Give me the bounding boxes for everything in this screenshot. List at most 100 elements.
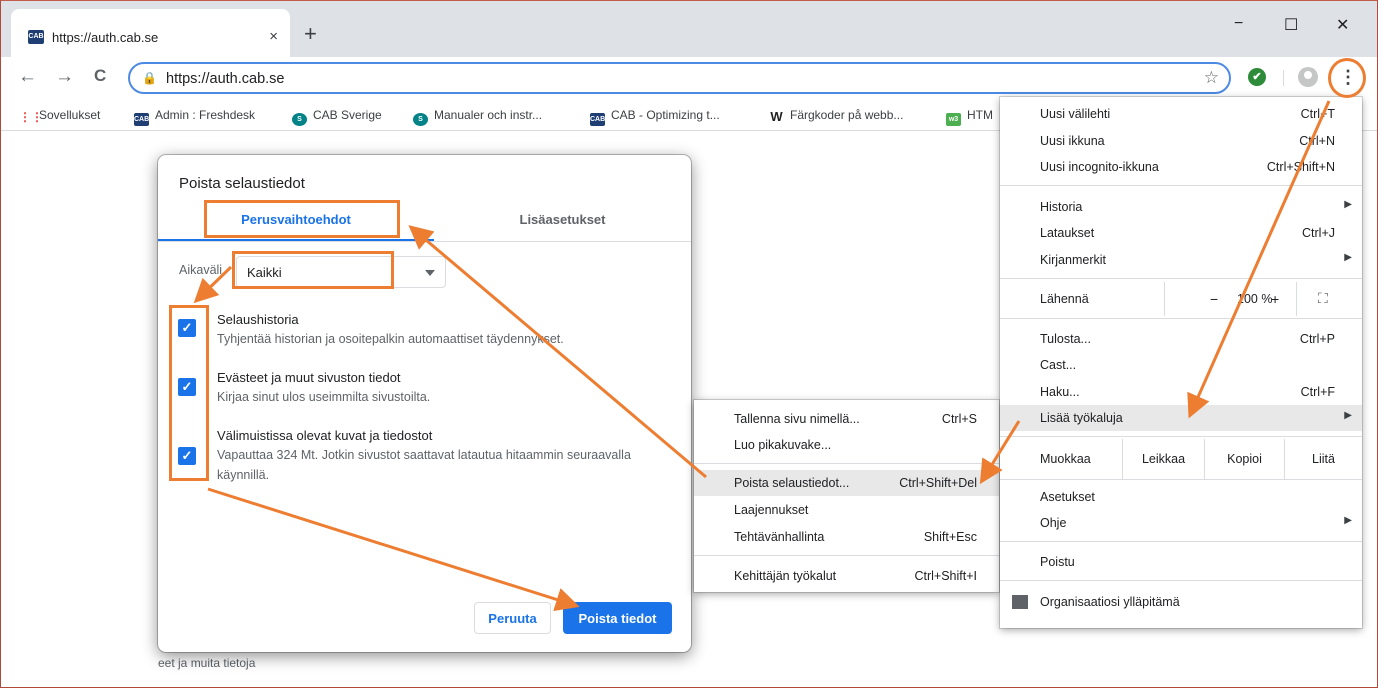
page-text: eet ja muita tietoja (158, 656, 256, 670)
w3-icon: w3 (946, 113, 961, 126)
bookmark-item[interactable]: CAB CAB - Optimizing t... (590, 108, 720, 126)
menu-separator (1000, 580, 1362, 581)
menu-item-exit[interactable]: Poistu (1000, 549, 1362, 575)
bookmark-star-icon[interactable]: ☆ (1204, 68, 1219, 88)
url-text[interactable]: https://auth.cab.se (166, 71, 285, 87)
menu-item-help[interactable]: Ohje ▶ (1000, 510, 1362, 536)
menu-item-save-page[interactable]: Tallenna sivu nimellä... Ctrl+S (694, 406, 999, 432)
menu-item-history[interactable]: Historia ▶ (1000, 194, 1362, 220)
time-range-select[interactable]: Kaikki (236, 256, 446, 288)
extension-check-icon[interactable]: ✔ (1248, 68, 1266, 86)
zoom-out-button[interactable]: − (1210, 291, 1218, 307)
menu-separator (1000, 541, 1362, 542)
browser-tab[interactable]: CAB https://auth.cab.se × (11, 9, 290, 57)
menu-item-extensions[interactable]: Laajennukset (694, 497, 999, 523)
zoom-value: 100 % (1237, 292, 1273, 306)
history-checkbox[interactable]: ✓ (178, 319, 196, 337)
menu-item-new-window[interactable]: Uusi ikkuna Ctrl+N (1000, 128, 1362, 154)
menu-separator (1000, 318, 1362, 319)
submenu-arrow-icon: ▶ (1344, 410, 1352, 421)
menu-item-print[interactable]: Tulosta... Ctrl+P (1000, 326, 1362, 352)
forward-arrow-icon[interactable]: → (55, 66, 74, 88)
dialog-title: Poista selaustiedot (179, 175, 305, 192)
address-bar[interactable]: 🔒 https://auth.cab.se ☆ (128, 62, 1231, 94)
new-tab-button[interactable]: + (304, 23, 317, 45)
menu-item-clear-browsing-data[interactable]: Poista selaustiedot... Ctrl+Shift+Del (694, 470, 999, 496)
building-icon (1012, 595, 1028, 609)
dropdown-caret-icon (425, 270, 435, 276)
bookmark-item[interactable]: S CAB Sverige (292, 108, 382, 126)
toolbar: ← → C 🔒 https://auth.cab.se ☆ ✔ ⋮ (1, 57, 1377, 99)
menu-item-downloads[interactable]: Lataukset Ctrl+J (1000, 220, 1362, 246)
bookmark-item[interactable]: w3 HTM (946, 108, 993, 126)
zoom-divider (1164, 282, 1165, 316)
cut-button[interactable]: Leikkaa (1122, 439, 1204, 479)
cancel-button[interactable]: Peruuta (474, 602, 551, 634)
menu-item-find[interactable]: Haku... Ctrl+F (1000, 379, 1362, 405)
w-icon: W (770, 109, 783, 124)
menu-item-dev-tools[interactable]: Kehittäjän työkalut Ctrl+Shift+I (694, 563, 999, 589)
clear-data-button[interactable]: Poista tiedot (563, 602, 672, 634)
menu-separator (694, 463, 999, 464)
menu-separator (694, 555, 999, 556)
cookies-title: Evästeet ja muut sivuston tiedot (217, 370, 401, 385)
menu-item-cast[interactable]: Cast... (1000, 352, 1362, 378)
clear-data-dialog: Poista selaustiedot Perusvaihtoehdot Lis… (158, 155, 691, 652)
browser-window: CAB https://auth.cab.se × + − ☐ ✕ ← → C … (0, 0, 1378, 688)
cookies-checkbox[interactable]: ✓ (178, 378, 196, 396)
time-range-label: Aikaväli (179, 263, 223, 277)
chrome-main-menu: Uusi välilehti Ctrl+T Uusi ikkuna Ctrl+N… (1000, 97, 1362, 628)
menu-item-zoom: Lähennä − 100 % + ⛶ (1000, 282, 1362, 316)
submenu-arrow-icon: ▶ (1344, 515, 1352, 526)
profile-avatar-icon[interactable] (1298, 67, 1318, 87)
copy-button[interactable]: Kopioi (1204, 439, 1284, 479)
apps-icon: ⋮⋮ (19, 110, 43, 124)
menu-item-create-shortcut[interactable]: Luo pikakuvake... (694, 432, 999, 458)
history-title: Selaushistoria (217, 312, 299, 327)
chrome-menu-icon[interactable]: ⋮ (1335, 64, 1361, 90)
bookmark-item[interactable]: ⋮⋮Sovellukset (19, 108, 100, 124)
tab-strip: CAB https://auth.cab.se × + − ☐ ✕ (1, 1, 1377, 57)
paste-button[interactable]: Liitä (1284, 439, 1362, 479)
time-range-value: Kaikki (247, 265, 282, 280)
menu-separator (1000, 185, 1362, 186)
submenu-arrow-icon: ▶ (1344, 252, 1352, 263)
sharepoint-icon: S (292, 113, 307, 126)
menu-item-edit: Muokkaa Leikkaa Kopioi Liitä (1000, 439, 1362, 479)
menu-separator (1000, 479, 1362, 480)
cookies-desc: Kirjaa sinut ulos useimmilta sivustoilta… (217, 390, 431, 404)
cab-favicon-icon: CAB (28, 30, 44, 44)
bookmark-item[interactable]: S Manualer och instr... (413, 108, 542, 126)
cache-desc: Vapauttaa 324 Mt. Jotkin sivustot saatta… (217, 448, 631, 482)
reload-icon[interactable]: C (94, 66, 106, 86)
bookmark-item[interactable]: CAB Admin : Freshdesk (134, 108, 255, 126)
menu-item-incognito[interactable]: Uusi incognito-ikkuna Ctrl+Shift+N (1000, 154, 1362, 180)
minimize-button[interactable]: − (1234, 15, 1243, 33)
zoom-divider (1296, 282, 1297, 316)
close-window-button[interactable]: ✕ (1336, 15, 1349, 35)
back-arrow-icon[interactable]: ← (18, 66, 37, 88)
menu-separator (1000, 436, 1362, 437)
menu-separator (1000, 278, 1362, 279)
tab-close-icon[interactable]: × (269, 28, 278, 45)
submenu-arrow-icon: ▶ (1344, 199, 1352, 210)
menu-item-bookmarks[interactable]: Kirjanmerkit ▶ (1000, 247, 1362, 273)
more-tools-submenu: Tallenna sivu nimellä... Ctrl+S Luo pika… (694, 400, 999, 592)
cab-icon: CAB (590, 113, 605, 126)
zoom-in-button[interactable]: + (1271, 291, 1279, 307)
menu-item-new-tab[interactable]: Uusi välilehti Ctrl+T (1000, 101, 1362, 127)
tab-divider (158, 241, 691, 242)
menu-item-task-manager[interactable]: Tehtävänhallinta Shift+Esc (694, 524, 999, 550)
bookmark-item[interactable]: W Färgkoder på webb... (769, 108, 903, 123)
menu-item-settings[interactable]: Asetukset (1000, 484, 1362, 510)
fullscreen-icon[interactable]: ⛶ (1318, 290, 1328, 307)
cab-icon: CAB (134, 113, 149, 126)
tab-advanced[interactable]: Lisäasetukset (434, 212, 691, 227)
managed-by-org[interactable]: Organisaatiosi ylläpitämä (1000, 589, 1362, 615)
maximize-button[interactable]: ☐ (1284, 15, 1298, 35)
tab-title: https://auth.cab.se (52, 30, 159, 45)
history-desc: Tyhjentää historian ja osoitepalkin auto… (217, 332, 564, 346)
tab-basic[interactable]: Perusvaihtoehdot (158, 212, 434, 227)
cache-checkbox[interactable]: ✓ (178, 447, 196, 465)
menu-item-more-tools[interactable]: Lisää työkaluja ▶ (1000, 405, 1362, 431)
